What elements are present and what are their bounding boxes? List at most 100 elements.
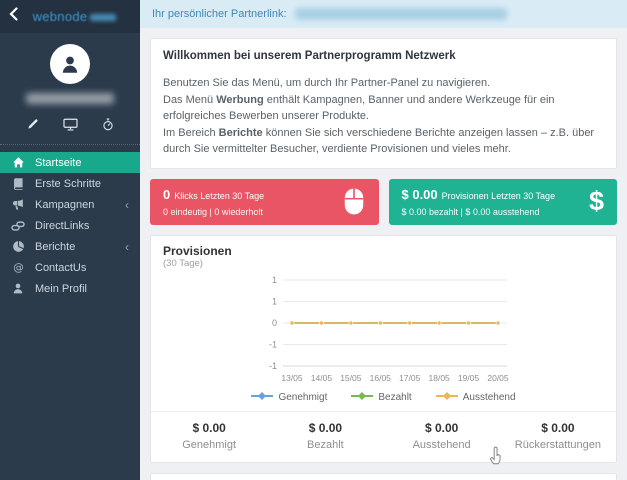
content: Willkommen bei unserem Partnerprogramm N… <box>140 28 627 480</box>
svg-text:19/05: 19/05 <box>457 373 479 383</box>
edit-pencil-icon[interactable] <box>27 118 39 131</box>
sidebar-item-label: Berichte <box>35 240 76 253</box>
logo-suffix-redacted <box>90 14 117 22</box>
total-value: $ 0.00 <box>308 420 343 435</box>
profile-section <box>0 33 140 145</box>
username-redacted <box>26 93 114 104</box>
mouse-icon <box>342 187 366 216</box>
chart-legend: Genehmigt Bezahlt Ausstehend <box>163 391 604 411</box>
clicks-value: 0 <box>163 187 171 203</box>
chevron-left-icon <box>9 7 18 26</box>
svg-text:15/05: 15/05 <box>340 373 362 383</box>
stat-cards-row: 0 Klicks Letzten 30 Tage 0 eindeutig | 0 … <box>150 178 617 225</box>
total-label: Ausstehend <box>412 438 471 451</box>
svg-text:13/05: 13/05 <box>281 373 303 383</box>
svg-text:17/05: 17/05 <box>399 373 421 383</box>
total-label: Genehmigt <box>182 438 237 451</box>
collapse-sidebar-button[interactable] <box>9 7 18 26</box>
legend-genehmigt[interactable]: Genehmigt <box>251 391 328 403</box>
svg-text:-1: -1 <box>268 339 276 349</box>
welcome-panel: Willkommen bei unserem Partnerprogramm N… <box>150 38 617 169</box>
total-ausstehend: $ 0.00 Ausstehend <box>384 412 500 462</box>
legend-marker-icon <box>251 391 274 403</box>
topbar: Ihr persönlicher Partnerlink: <box>140 0 627 28</box>
partner-link-redacted[interactable] <box>294 8 507 20</box>
sidebar-item-label: Mein Profil <box>35 282 87 295</box>
commissions-value: $ 0.00 <box>401 187 438 203</box>
total-bezahlt: $ 0.00 Bezahlt <box>267 412 383 462</box>
legend-bezahlt[interactable]: Bezahlt <box>351 391 412 403</box>
sidebar-item-startseite[interactable]: Startseite <box>0 152 140 173</box>
sidebar: webnode Startseite Erste Schritte Kampagne… <box>0 0 140 480</box>
main-area: Ihr persönlicher Partnerlink: Willkommen… <box>140 0 627 480</box>
link-icon <box>11 220 25 232</box>
total-r-ckerstattungen: $ 0.00 Rückerstattungen <box>500 412 616 462</box>
avatar <box>50 44 90 84</box>
legend-label: Bezahlt <box>378 391 412 403</box>
dollar-icon: $ <box>588 186 604 217</box>
total-label: Bezahlt <box>307 438 344 451</box>
clicks-card: 0 Klicks Letzten 30 Tage 0 eindeutig | 0 … <box>150 178 379 225</box>
svg-text:@: @ <box>13 262 24 274</box>
sidebar-item-directlinks[interactable]: DirectLinks <box>0 215 140 236</box>
welcome-title: Willkommen bei unserem Partnerprogramm N… <box>163 50 456 62</box>
total-label: Rückerstattungen <box>514 438 601 451</box>
sidebar-item-kampagnen[interactable]: Kampagnen ‹ <box>0 194 140 215</box>
legend-ausstehend[interactable]: Ausstehend <box>435 391 516 403</box>
sidebar-item-berichte[interactable]: Berichte ‹ <box>0 236 140 257</box>
svg-text:1: 1 <box>271 296 276 306</box>
profile-actions <box>0 118 140 131</box>
commissions-label: Provisionen Letzten 30 Tage <box>441 191 556 202</box>
chart-title: Provisionen <box>163 243 232 258</box>
svg-text:14/05: 14/05 <box>310 373 332 383</box>
commissions-line-chart: 1 1 0 -1 -1 13/05 14/05 15/05 16/05 17/05 18/05 19/… <box>163 269 604 391</box>
user-icon <box>11 282 25 295</box>
sidebar-menu: Startseite Erste Schritte Kampagnen ‹ Direct… <box>0 145 140 299</box>
welcome-line-3: Im Bereich Berichte können Sie sich vers… <box>163 126 595 156</box>
pie-icon <box>11 240 25 253</box>
legend-label: Genehmigt <box>278 391 328 403</box>
chevron-left-icon: ‹ <box>125 239 129 254</box>
commissions-card: $ 0.00 Provisionen Letzten 30 Tage $ 0.00… <box>388 178 617 225</box>
total-value: $ 0.00 <box>192 420 226 435</box>
svg-text:-1: -1 <box>268 361 276 371</box>
affiliate-panel-app: webnode Startseite Erste Schritte Kampagne… <box>0 0 627 480</box>
book-icon <box>11 177 25 190</box>
at-icon: @ <box>11 261 25 274</box>
sidebar-item-label: DirectLinks <box>35 219 90 232</box>
legend-marker-icon <box>351 391 374 403</box>
sidebar-item-label: ContactUs <box>35 261 87 274</box>
clicks-sub: 0 eindeutig | 0 wiederholt <box>163 207 263 218</box>
svg-text:20/05: 20/05 <box>487 373 509 383</box>
chevron-left-icon: ‹ <box>125 197 129 212</box>
sidebar-header: webnode <box>0 0 140 33</box>
sidebar-item-label: Erste Schritte <box>35 177 102 190</box>
legend-label: Ausstehend <box>462 391 516 403</box>
monitor-icon[interactable] <box>62 118 78 131</box>
commissions-sub: $ 0.00 bezahlt | $ 0.00 ausstehend <box>401 207 540 218</box>
sidebar-item-label: Startseite <box>35 156 82 169</box>
sidebar-item-mein-profil[interactable]: Mein Profil <box>0 278 140 299</box>
megaphone-icon <box>11 198 25 211</box>
total-genehmigt: $ 0.00 Genehmigt <box>151 412 267 462</box>
shortcuts-panel: Affiliate panel tutorial videoMein Profi… <box>150 472 617 480</box>
total-value: $ 0.00 <box>424 420 459 435</box>
sidebar-item-label: Kampagnen <box>35 198 95 211</box>
chart-svg: 1 1 0 -1 -1 13/05 14/05 15/05 16/05 17/05 18/05 19/… <box>268 275 509 383</box>
commissions-chart-panel: Provisionen (30 Tage) 1 1 0 -1 -1 13/05 14/05 1… <box>150 234 617 463</box>
legend-marker-icon <box>435 391 458 403</box>
partner-link-label: Ihr persönlicher Partnerlink: <box>152 8 287 20</box>
stopwatch-icon[interactable] <box>102 118 114 131</box>
clicks-label: Klicks Letzten 30 Tage <box>174 191 265 202</box>
welcome-line-2: Das Menü Werbung enthält Kampagnen, Bann… <box>163 93 555 123</box>
chart-header: Provisionen (30 Tage) <box>163 244 604 269</box>
chart-subtitle: (30 Tage) <box>163 257 203 269</box>
sidebar-item-contactus[interactable]: @ ContactUs <box>0 257 140 278</box>
svg-text:1: 1 <box>271 275 276 285</box>
sidebar-item-erste-schritte[interactable]: Erste Schritte <box>0 173 140 194</box>
home-icon <box>11 156 25 169</box>
total-value: $ 0.00 <box>541 420 575 435</box>
totals-row: $ 0.00 Genehmigt $ 0.00 Bezahlt $ 0.00 Ausste… <box>151 410 616 462</box>
welcome-line-1: Benutzen Sie das Menü, um durch Ihr Part… <box>163 77 491 90</box>
svg-text:0: 0 <box>271 318 276 328</box>
